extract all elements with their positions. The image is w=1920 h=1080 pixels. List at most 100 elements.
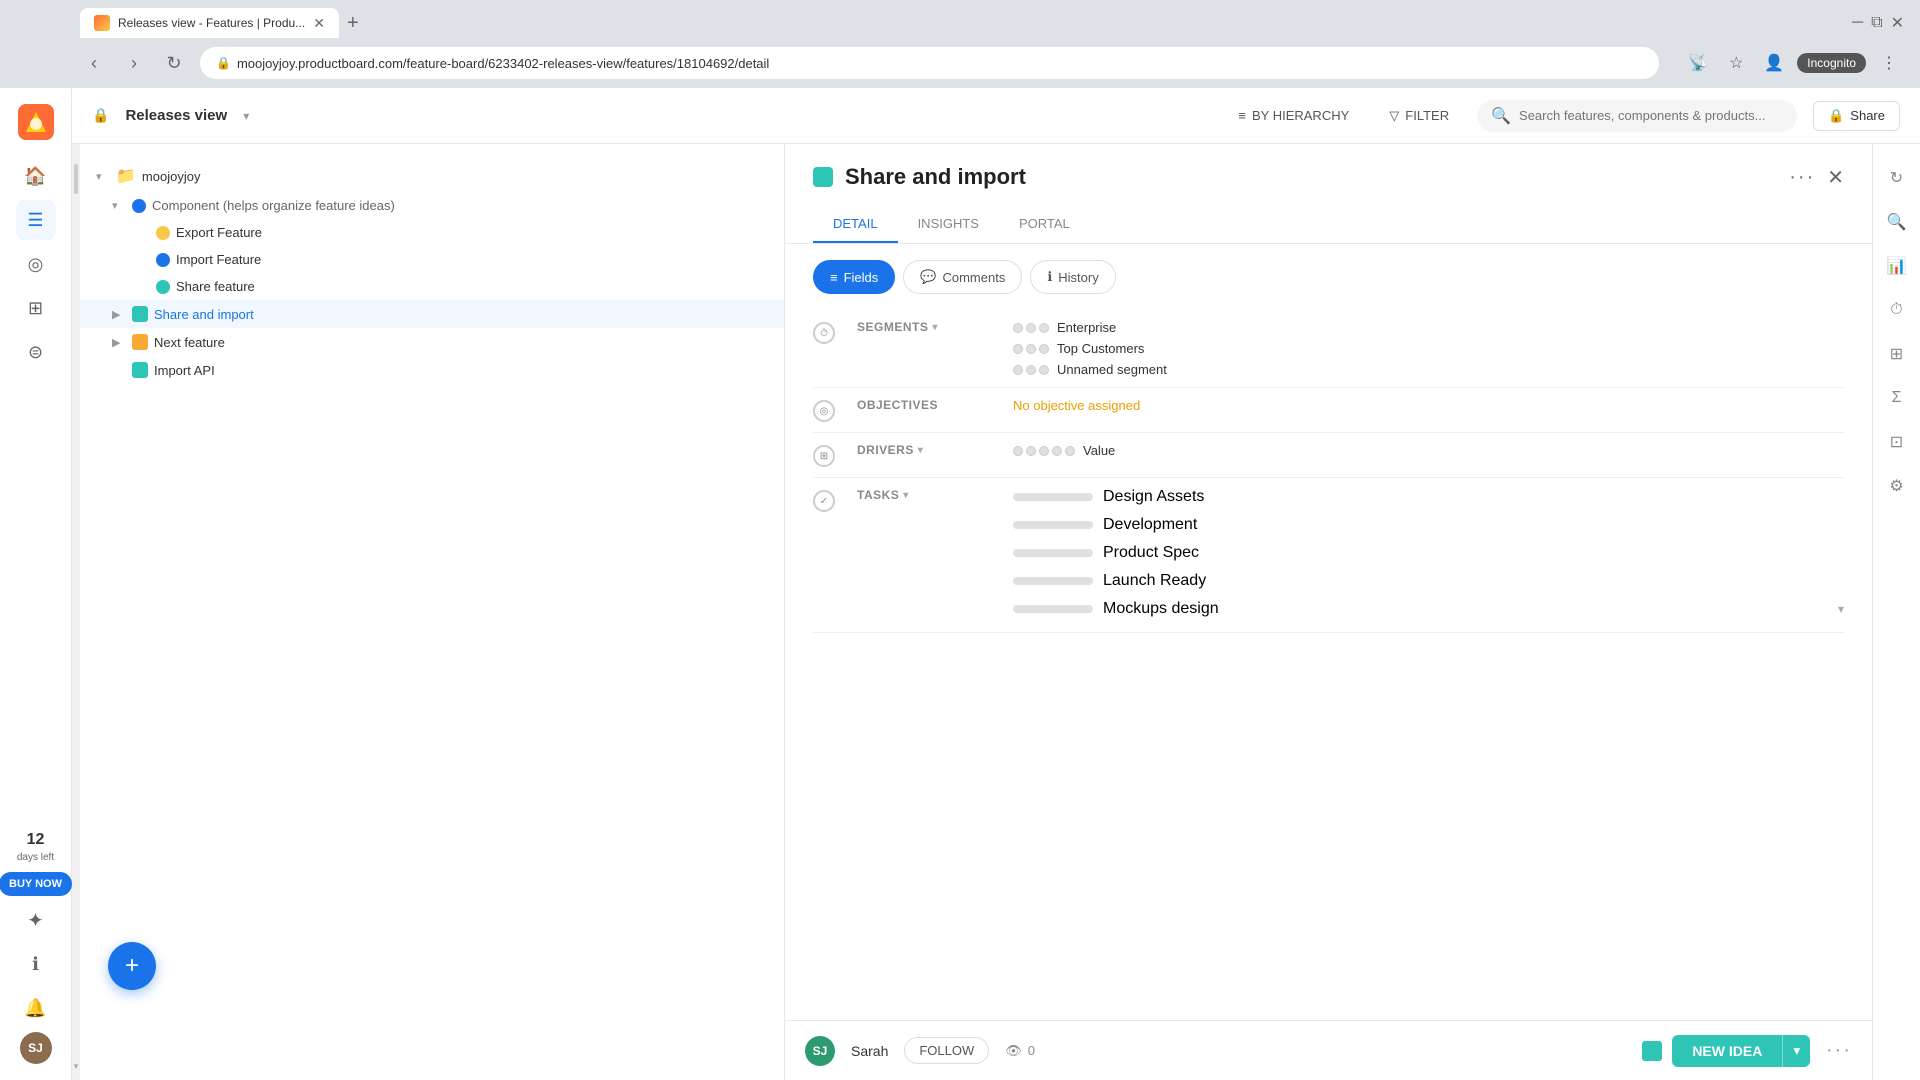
- menu-button[interactable]: ⋮: [1874, 48, 1904, 78]
- objectives-values: No objective assigned: [1013, 398, 1844, 413]
- tab-title: Releases view - Features | Produ...: [118, 16, 305, 30]
- drivers-label: DRIVERS ▾: [857, 443, 997, 457]
- tree-item-export-feature[interactable]: Export Feature: [80, 219, 784, 246]
- task-product-spec-bar: [1013, 549, 1093, 557]
- right-settings-icon[interactable]: ⚙: [1879, 468, 1915, 504]
- cast-icon[interactable]: 📡: [1683, 48, 1713, 78]
- sub-tab-history[interactable]: ℹ History: [1030, 260, 1115, 294]
- tab-portal[interactable]: PORTAL: [999, 206, 1090, 243]
- fields-icon: ≡: [830, 270, 838, 285]
- import-api-label: Import API: [154, 363, 768, 378]
- root-label: moojoyjoy: [142, 169, 768, 184]
- sparkle-icon[interactable]: ✦: [16, 900, 56, 940]
- bell-icon[interactable]: 🔔: [16, 988, 56, 1028]
- new-idea-color-indicator: [1642, 1041, 1662, 1061]
- share-feature-label: Share feature: [176, 279, 768, 294]
- right-sigma-icon[interactable]: Σ: [1879, 380, 1915, 416]
- new-idea-button[interactable]: NEW IDEA: [1672, 1035, 1782, 1067]
- segments-field: ⏱ SEGMENTS ▾: [813, 310, 1844, 388]
- left-scrollbar[interactable]: ▾: [72, 144, 80, 1080]
- grid-icon[interactable]: ⊞: [16, 288, 56, 328]
- segments-arrow[interactable]: ▾: [932, 322, 938, 333]
- by-hierarchy-button[interactable]: ≡ BY HIERARCHY: [1226, 102, 1361, 129]
- fab-button[interactable]: +: [108, 942, 156, 990]
- segment-top-customers-dots: [1013, 344, 1049, 354]
- chevron-down-icon: ▾: [96, 170, 110, 183]
- right-clock-icon[interactable]: ⏱: [1879, 292, 1915, 328]
- buy-now-button[interactable]: BUY NOW: [0, 872, 72, 896]
- drivers-arrow[interactable]: ▾: [918, 445, 924, 456]
- share-lock-icon: 🔒: [1828, 108, 1844, 124]
- tree-item-component[interactable]: ▾ Component (helps organize feature idea…: [80, 192, 784, 219]
- icon-rail: 🏠 ☰ ◎ ⊞ ⊜ 12 days left BUY NOW ✦ ℹ 🔔 SJ: [0, 88, 72, 1080]
- help-icon[interactable]: ℹ: [16, 944, 56, 984]
- view-lock-icon: 🔒: [92, 107, 109, 124]
- close-window-button[interactable]: ✕: [1891, 13, 1904, 33]
- chevron-down-icon: ▾: [112, 199, 126, 212]
- detail-tab-bar: DETAIL INSIGHTS PORTAL: [813, 206, 1844, 243]
- no-objective-link[interactable]: No objective assigned: [1013, 398, 1844, 413]
- tree-item-import-feature[interactable]: Import Feature: [80, 246, 784, 273]
- sub-tab-comments[interactable]: 💬 Comments: [903, 260, 1022, 294]
- minimize-button[interactable]: ─: [1852, 14, 1863, 32]
- search-bar[interactable]: 🔍: [1477, 100, 1797, 132]
- detail-close-button[interactable]: ✕: [1827, 165, 1844, 190]
- view-dropdown-arrow[interactable]: ▾: [243, 109, 249, 123]
- watch-icon: 👁: [1005, 1043, 1022, 1059]
- back-button[interactable]: ‹: [80, 49, 108, 77]
- tree-item-import-api[interactable]: Import API: [80, 356, 784, 384]
- bottom-more-button[interactable]: ···: [1826, 1039, 1852, 1062]
- objectives-label-area: OBJECTIVES: [857, 398, 997, 412]
- segments-values: Enterprise Top Customers: [1013, 320, 1844, 377]
- tab-detail[interactable]: DETAIL: [813, 206, 898, 243]
- incognito-badge: Incognito: [1797, 53, 1866, 73]
- detail-bottom-bar: SJ Sarah FOLLOW 👁 0 NEW IDEA ▾ ···: [785, 1020, 1872, 1080]
- list-icon[interactable]: ☰: [16, 200, 56, 240]
- tree-item-share-and-import[interactable]: ▶ Share and import: [80, 300, 784, 328]
- new-tab-button[interactable]: +: [339, 12, 367, 35]
- segment-unnamed: Unnamed segment: [1013, 362, 1844, 377]
- forward-button[interactable]: ›: [120, 49, 148, 77]
- driver-value-row: Value: [1013, 443, 1844, 458]
- search-input[interactable]: [1519, 108, 1783, 123]
- task-design-assets: Design Assets: [1013, 488, 1844, 506]
- tab-insights[interactable]: INSIGHTS: [898, 206, 999, 243]
- export-feature-label: Export Feature: [176, 225, 768, 240]
- tasks-arrow[interactable]: ▾: [903, 490, 909, 501]
- export-feature-dot: [156, 226, 170, 240]
- tree-item-share-feature[interactable]: Share feature: [80, 273, 784, 300]
- user-avatar[interactable]: SJ: [20, 1032, 52, 1064]
- filter-button[interactable]: ▽ FILTER: [1377, 102, 1461, 130]
- tune-icon[interactable]: ⊜: [16, 332, 56, 372]
- right-search-icon[interactable]: 🔍: [1879, 204, 1915, 240]
- tasks-dropdown-arrow[interactable]: ▾: [1838, 602, 1844, 616]
- address-bar[interactable]: 🔒 moojoyjoy.productboard.com/feature-boa…: [200, 47, 1659, 79]
- detail-more-button[interactable]: ···: [1789, 166, 1815, 189]
- profile-icon[interactable]: 👤: [1759, 48, 1789, 78]
- right-calc-icon[interactable]: ⊞: [1879, 336, 1915, 372]
- right-refresh-icon[interactable]: ↻: [1879, 160, 1915, 196]
- reload-button[interactable]: ↻: [160, 49, 188, 77]
- sub-tab-fields[interactable]: ≡ Fields: [813, 260, 895, 294]
- home-icon[interactable]: 🏠: [16, 156, 56, 196]
- target-icon[interactable]: ◎: [16, 244, 56, 284]
- import-feature-dot: [156, 253, 170, 267]
- tree-item-root[interactable]: ▾ 📁 moojoyjoy: [80, 160, 784, 192]
- days-left-display: 12 days left: [17, 830, 54, 864]
- tree-item-next-feature[interactable]: ▶ Next feature: [80, 328, 784, 356]
- tab-close-button[interactable]: ✕: [313, 15, 325, 32]
- right-bookmark-icon[interactable]: ⊡: [1879, 424, 1915, 460]
- right-chart-icon[interactable]: 📊: [1879, 248, 1915, 284]
- fab-plus-icon: +: [125, 952, 139, 980]
- component-label: Component (helps organize feature ideas): [152, 198, 768, 213]
- new-idea-dropdown-button[interactable]: ▾: [1782, 1035, 1810, 1067]
- app-logo[interactable]: [18, 104, 54, 140]
- tab-favicon: [94, 15, 110, 31]
- restore-button[interactable]: ⧉: [1871, 14, 1882, 32]
- follow-button[interactable]: FOLLOW: [904, 1037, 989, 1064]
- drivers-label-area: DRIVERS ▾: [857, 443, 997, 457]
- share-button[interactable]: 🔒 Share: [1813, 101, 1900, 131]
- browser-tab[interactable]: Releases view - Features | Produ... ✕: [80, 8, 339, 38]
- bookmark-icon[interactable]: ☆: [1721, 48, 1751, 78]
- import-api-dot: [132, 362, 148, 378]
